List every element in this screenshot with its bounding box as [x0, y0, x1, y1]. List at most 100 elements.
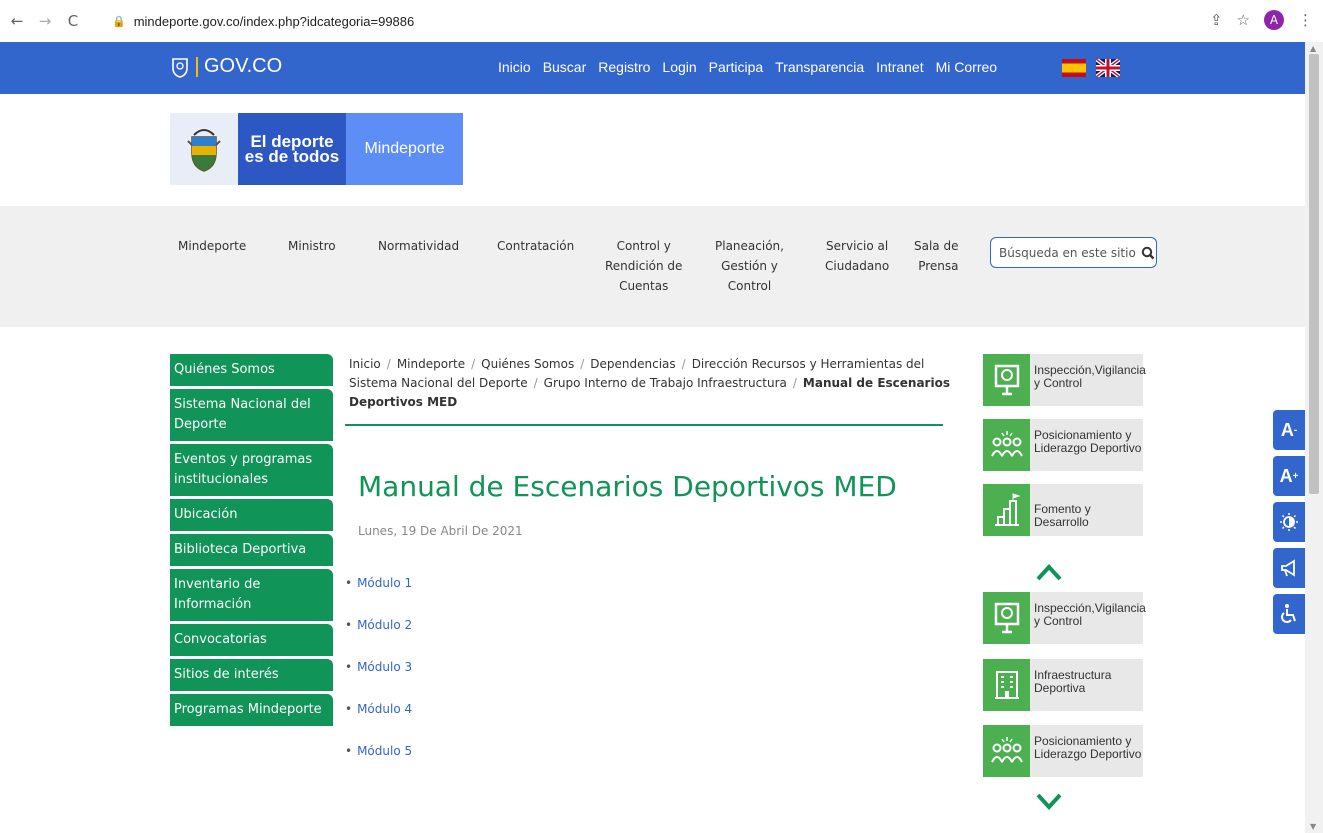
colombia-coat-of-arms-icon — [170, 113, 238, 185]
share-icon[interactable]: ⇪ — [1210, 11, 1223, 29]
main-nav-contratacion[interactable]: Contratación — [497, 236, 574, 256]
module-link-2[interactable]: Módulo 2 — [357, 618, 412, 632]
inspection-icon — [983, 592, 1030, 644]
sidebar-item-biblioteca[interactable]: Biblioteca Deportiva — [170, 534, 333, 566]
increase-font-sign: + — [1292, 470, 1299, 482]
sidebar-item-ubicacion[interactable]: Ubicación — [170, 499, 333, 531]
breadcrumb-underline — [345, 424, 943, 426]
main-nav-servicio-ciudadano[interactable]: Servicio al Ciudadano — [825, 236, 889, 276]
site-search — [990, 237, 1157, 268]
list-item: • Módulo 4 — [345, 698, 412, 740]
list-item: • Módulo 3 — [345, 656, 412, 698]
browser-toolbar: ← → C 🔒 mindeporte.gov.co/index.php?idca… — [0, 0, 1323, 42]
sidebar-item-quienes-somos[interactable]: Quiénes Somos — [170, 354, 333, 386]
sidebar-item-eventos[interactable]: Eventos y programas institucionales — [170, 444, 333, 496]
sidebar-item-label: Programas Mindeporte — [174, 702, 322, 717]
carousel-card-inspeccion[interactable]: Inspección,Vigilancia y Control — [983, 354, 1146, 406]
scroll-up-arrow-icon[interactable]: ▲ — [1310, 44, 1316, 53]
decrease-font-button[interactable]: A- — [1273, 410, 1305, 450]
increase-font-button[interactable]: A + — [1273, 456, 1305, 496]
breadcrumb-separator: / — [533, 376, 538, 390]
list-item: • Módulo 5 — [345, 740, 412, 782]
card-label-line: Fomento y Desarrollo — [1034, 502, 1091, 529]
megaphone-icon — [1281, 559, 1295, 577]
lock-icon: 🔒 — [112, 14, 126, 28]
top-nav-intranet[interactable]: Intranet — [876, 59, 923, 75]
sidebar-item-sitios-interes[interactable]: Sitios de interés — [170, 659, 333, 691]
page-scrollbar[interactable]: ▲ ▼ — [1305, 42, 1323, 833]
carousel-card-posicionamiento[interactable]: Posicionamiento y Liderazgo Deportivo — [983, 419, 1143, 471]
top-nav-registro[interactable]: Registro — [598, 59, 650, 75]
module-link-3[interactable]: Módulo 3 — [357, 660, 412, 674]
carousel-card-fomento[interactable]: Fomento y Desarrollo — [983, 484, 1143, 536]
sidebar-item-label: Eventos y programas — [174, 452, 313, 467]
site-search-input[interactable] — [999, 240, 1139, 265]
brand-name: Mindeporte — [346, 113, 463, 185]
podium-icon — [983, 484, 1030, 536]
scroll-down-arrow-icon[interactable]: ▼ — [1310, 822, 1316, 831]
top-nav-buscar[interactable]: Buscar — [543, 59, 587, 75]
carousel-card-label: Fomento y Desarrollo — [1034, 503, 1142, 529]
search-icon[interactable] — [1141, 246, 1155, 260]
sidebar-item-convocatorias[interactable]: Convocatorias — [170, 624, 333, 656]
accessibility-button[interactable] — [1273, 594, 1305, 634]
bookmark-star-icon[interactable]: ☆ — [1237, 11, 1250, 29]
main-nav-label: Sala de — [914, 239, 959, 253]
mindeporte-brand[interactable]: El deporte es de todos Mindeporte — [170, 113, 463, 185]
brand-title: El deporte es de todos — [242, 133, 342, 165]
scroll-thumb[interactable] — [1309, 54, 1319, 494]
top-nav-participa[interactable]: Participa — [709, 59, 763, 75]
address-bar[interactable]: 🔒 mindeporte.gov.co/index.php?idcategori… — [100, 8, 1210, 34]
carousel-card-label: Infraestructura Deportiva — [1034, 669, 1142, 695]
gov-logo-text: GOV.CO — [204, 55, 283, 77]
main-nav-sala-prensa[interactable]: Sala de Prensa — [914, 236, 958, 276]
card-label-line: Deportiva — [1034, 681, 1086, 695]
uk-flag-icon[interactable] — [1096, 59, 1120, 77]
speaker-button[interactable] — [1273, 548, 1305, 588]
spanish-flag-icon[interactable] — [1062, 59, 1086, 77]
decrease-font-label: A — [1280, 419, 1294, 440]
sidebar-item-programas[interactable]: Programas Mindeporte — [170, 694, 333, 726]
menu-kebab-icon[interactable]: ⋮ — [1298, 11, 1313, 29]
carousel-down-chevron-icon[interactable] — [1035, 792, 1063, 812]
reload-icon[interactable]: C — [62, 12, 84, 30]
breadcrumb-item-dependencias[interactable]: Dependencias — [590, 357, 675, 371]
top-nav-login[interactable]: Login — [662, 59, 696, 75]
module-link-1[interactable]: Módulo 1 — [357, 576, 412, 590]
carousel-card-infraestructura[interactable]: Infraestructura Deportiva — [983, 659, 1143, 711]
contrast-button[interactable] — [1273, 502, 1305, 542]
breadcrumb-item-grupo-infraestructura[interactable]: Grupo Interno de Trabajo Infraestructura — [544, 376, 787, 390]
module-link-5[interactable]: Módulo 5 — [357, 744, 412, 758]
sidebar-item-label: Sistema Nacional del — [174, 397, 311, 412]
breadcrumb-item-inicio[interactable]: Inicio — [349, 357, 381, 371]
sidebar-item-sistema-nacional[interactable]: Sistema Nacional del Deporte — [170, 389, 333, 441]
gov-header-bar: GOV.CO Inicio Buscar Registro Login Part… — [0, 42, 1305, 94]
back-arrow-icon[interactable]: ← — [6, 12, 28, 30]
sidebar-item-inventario[interactable]: Inventario de Información — [170, 569, 333, 621]
main-nav-control-rendicion[interactable]: Control y Rendición de Cuentas — [605, 236, 682, 296]
main-nav-label: Normatividad — [378, 239, 460, 253]
forward-arrow-icon[interactable]: → — [34, 12, 56, 30]
page-title: Manual de Escenarios Deportivos MED — [358, 470, 897, 503]
url-text[interactable]: mindeporte.gov.co/index.php?idcategoria=… — [134, 14, 415, 29]
breadcrumb-item-mindeporte[interactable]: Mindeporte — [397, 357, 465, 371]
main-nav-mindeporte[interactable]: Mindeporte — [178, 236, 246, 256]
main-nav-ministro[interactable]: Ministro — [288, 236, 336, 256]
breadcrumb-item-quienes-somos[interactable]: Quiénes Somos — [481, 357, 574, 371]
profile-avatar[interactable]: A — [1264, 10, 1284, 30]
main-nav-normatividad[interactable]: Normatividad — [378, 236, 459, 256]
module-link-4[interactable]: Módulo 4 — [357, 702, 412, 716]
carousel-up-chevron-icon[interactable] — [1035, 562, 1063, 582]
main-nav-label: Contratación — [497, 239, 575, 253]
top-nav-mi-correo[interactable]: Mi Correo — [936, 59, 997, 75]
carousel-card-posicionamiento-2[interactable]: Posicionamiento y Liderazgo Deportivo — [983, 725, 1143, 777]
gov-logo[interactable]: GOV.CO — [170, 55, 282, 78]
top-nav-inicio[interactable]: Inicio — [498, 59, 531, 75]
top-nav-transparencia[interactable]: Transparencia — [775, 59, 864, 75]
carousel-card-inspeccion-2[interactable]: Inspección,Vigilancia y Control — [983, 592, 1146, 644]
carousel-card-label: Posicionamiento y Liderazgo Deportivo — [1034, 429, 1142, 455]
main-nav-label: Gestión y — [721, 259, 778, 273]
bullet: • — [345, 702, 353, 716]
carousel-card-label: Inspección,Vigilancia y Control — [1034, 602, 1146, 628]
main-nav-planeacion[interactable]: Planeación, Gestión y Control — [715, 236, 784, 296]
